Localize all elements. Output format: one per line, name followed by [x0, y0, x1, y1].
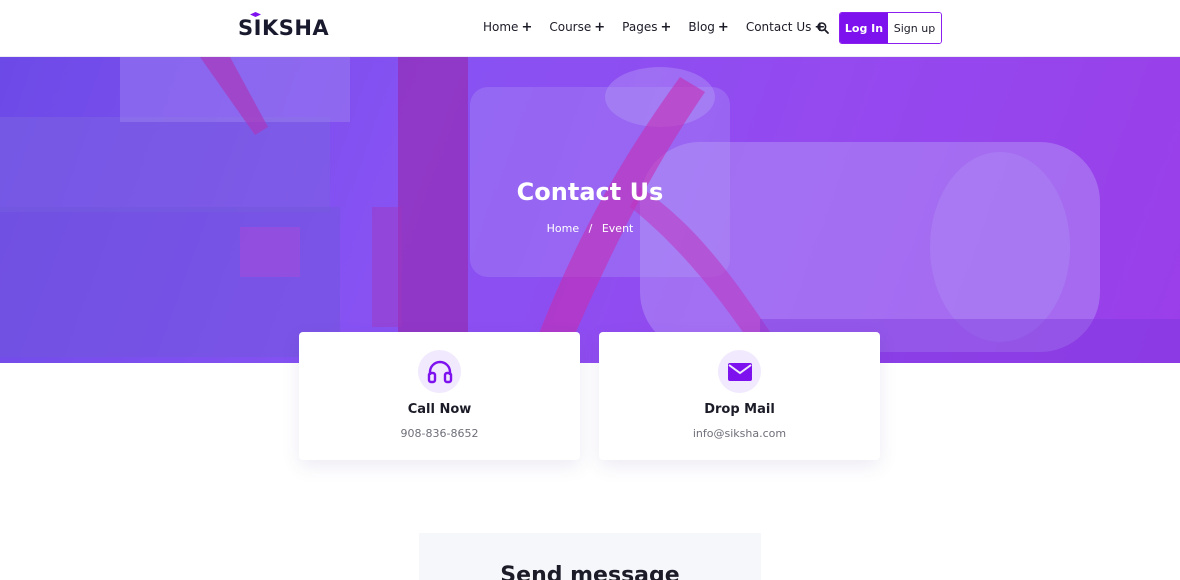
- send-message-title: Send message: [500, 563, 680, 580]
- nav-item-label: Home: [483, 20, 519, 34]
- nav-item-blog[interactable]: Blog +: [688, 20, 728, 34]
- envelope-icon: [727, 362, 752, 381]
- nav-item-label: Pages: [622, 20, 658, 34]
- breadcrumb-current: Event: [601, 222, 634, 235]
- breadcrumb-separator: /: [588, 222, 593, 235]
- plus-icon: +: [521, 19, 533, 35]
- headphones-icon: [427, 360, 452, 383]
- call-now-title: Call Now: [407, 402, 472, 417]
- email-address[interactable]: info@siksha.com: [599, 427, 880, 440]
- icon-circle: [718, 350, 761, 393]
- main-nav: Home + Course + Pages + Blog + Contact U…: [483, 20, 842, 34]
- nav-item-contact-us[interactable]: Contact Us +: [746, 20, 825, 34]
- logo-text: SIKSHA: [238, 16, 330, 40]
- nav-item-home[interactable]: Home +: [483, 20, 532, 34]
- nav-item-label: Course: [549, 20, 592, 34]
- site-logo[interactable]: SIKSHA: [238, 12, 330, 40]
- breadcrumb: Home / Event: [0, 222, 1180, 235]
- hero-background-image: [0, 57, 1180, 363]
- hero-banner: Contact Us Home / Event: [0, 57, 1180, 363]
- icon-circle: [418, 350, 461, 393]
- nav-item-label: Blog: [688, 20, 715, 34]
- search-icon[interactable]: [816, 21, 830, 35]
- auth-buttons: Log In Sign up: [839, 12, 942, 44]
- nav-item-pages[interactable]: Pages +: [622, 20, 671, 34]
- site-header: SIKSHA Home + Course + Pages + Blog + Co…: [0, 0, 1180, 57]
- signup-button[interactable]: Sign up: [888, 13, 941, 43]
- plus-icon: +: [594, 19, 606, 35]
- plus-icon: +: [717, 19, 729, 35]
- page-title: Contact Us: [516, 178, 664, 206]
- breadcrumb-home-link[interactable]: Home: [547, 222, 579, 235]
- plus-icon: +: [660, 19, 672, 35]
- login-button[interactable]: Log In: [840, 13, 888, 43]
- phone-number[interactable]: 908-836-8652: [299, 427, 580, 440]
- call-now-card: Call Now 908-836-8652: [299, 332, 580, 460]
- nav-item-course[interactable]: Course +: [549, 20, 605, 34]
- send-message-section: Send message: [419, 533, 761, 580]
- nav-item-label: Contact Us: [745, 20, 812, 34]
- drop-mail-title: Drop Mail: [704, 402, 775, 417]
- graduation-cap-icon: [250, 12, 261, 17]
- drop-mail-card: Drop Mail info@siksha.com: [599, 332, 880, 460]
